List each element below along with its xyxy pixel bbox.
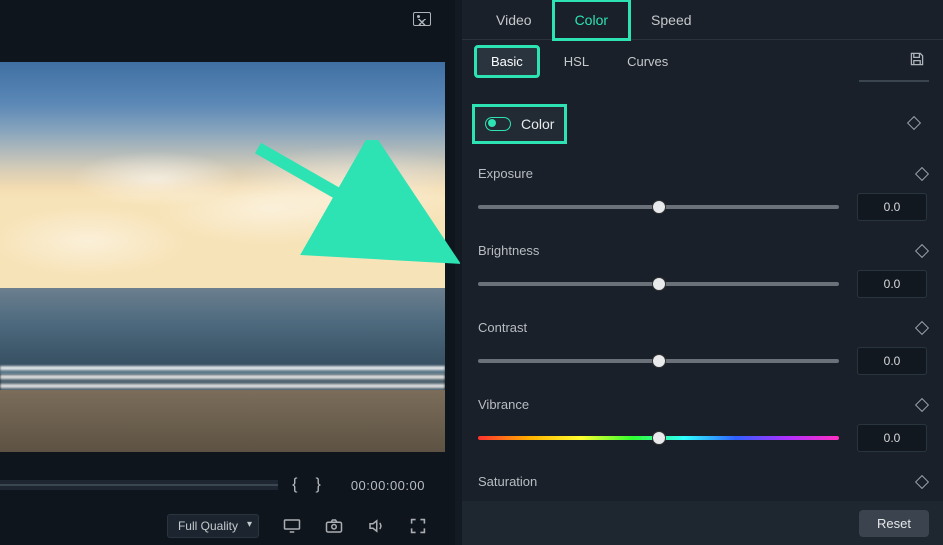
subtab-curves[interactable]: Curves [613,48,682,75]
brightness-control: Brightness 0.0 [478,243,927,298]
vibrance-value[interactable]: 0.0 [857,424,927,452]
mark-brackets: { } [292,476,321,494]
preview-topbar [0,0,455,38]
main-tabs: Video Color Speed [462,0,943,40]
preview-toolbar: Full Quality [0,507,445,545]
preview-canvas[interactable] [0,62,445,452]
contrast-value[interactable]: 0.0 [857,347,927,375]
slider-thumb-icon [652,277,666,291]
mark-in-button[interactable]: { [292,476,297,494]
contrast-label: Contrast [478,320,527,335]
section-title: Color [521,116,554,132]
display-icon[interactable] [283,518,301,534]
brightness-slider[interactable] [478,282,839,286]
quality-dropdown[interactable]: Full Quality [167,514,259,538]
saturation-label: Saturation [478,474,537,489]
save-preset-icon[interactable] [909,51,925,72]
exposure-value[interactable]: 0.0 [857,193,927,221]
vibrance-label: Vibrance [478,397,529,412]
subtab-underline [859,80,929,82]
sub-tabs: Basic HSL Curves [462,40,943,82]
exposure-control: Exposure 0.0 [478,166,927,221]
preview-sand [0,390,445,452]
color-controls: Exposure 0.0 Brightness 0.0 [462,154,943,529]
slider-thumb-icon [652,431,666,445]
exposure-label: Exposure [478,166,533,181]
timecode-display: 00:00:00:00 [351,478,425,493]
brightness-keyframe-button[interactable] [915,243,929,257]
subtab-basic[interactable]: Basic [474,45,540,78]
contrast-slider[interactable] [478,359,839,363]
slider-thumb-icon [652,354,666,368]
timeline-scrubber[interactable] [0,480,278,490]
inspector-panel: Video Color Speed Basic HSL Curves Color… [462,0,943,545]
audio-icon[interactable] [367,518,385,534]
tab-video[interactable]: Video [476,2,552,38]
brightness-value[interactable]: 0.0 [857,270,927,298]
fullscreen-icon[interactable] [409,518,427,534]
brightness-label: Brightness [478,243,539,258]
snapshot-icon[interactable] [325,518,343,534]
reset-bar: Reset [462,501,943,545]
transport-bar: { } 00:00:00:00 [0,463,445,507]
color-section-toggle-header[interactable]: Color [472,104,567,144]
preview-clouds [0,132,445,288]
slider-thumb-icon [652,200,666,214]
section-keyframe[interactable] [903,118,919,128]
tab-speed[interactable]: Speed [631,2,711,38]
exposure-keyframe-button[interactable] [915,166,929,180]
contrast-control: Contrast 0.0 [478,320,927,375]
subtab-hsl[interactable]: HSL [550,48,603,75]
mark-out-button[interactable]: } [315,476,320,494]
quality-label: Full Quality [178,519,238,533]
keyframe-diamond-icon [907,116,921,130]
vibrance-slider[interactable] [478,436,839,440]
preview-pane: { } 00:00:00:00 Full Quality [0,0,455,545]
tab-color[interactable]: Color [552,0,631,41]
vibrance-keyframe-button[interactable] [915,397,929,411]
exposure-slider[interactable] [478,205,839,209]
preview-sea [0,288,445,374]
vibrance-control: Vibrance 0.0 [478,397,927,452]
color-enable-toggle[interactable] [485,117,511,131]
contrast-keyframe-button[interactable] [915,320,929,334]
picture-icon[interactable] [413,12,431,26]
saturation-keyframe-button[interactable] [915,474,929,488]
reset-button[interactable]: Reset [859,510,929,537]
